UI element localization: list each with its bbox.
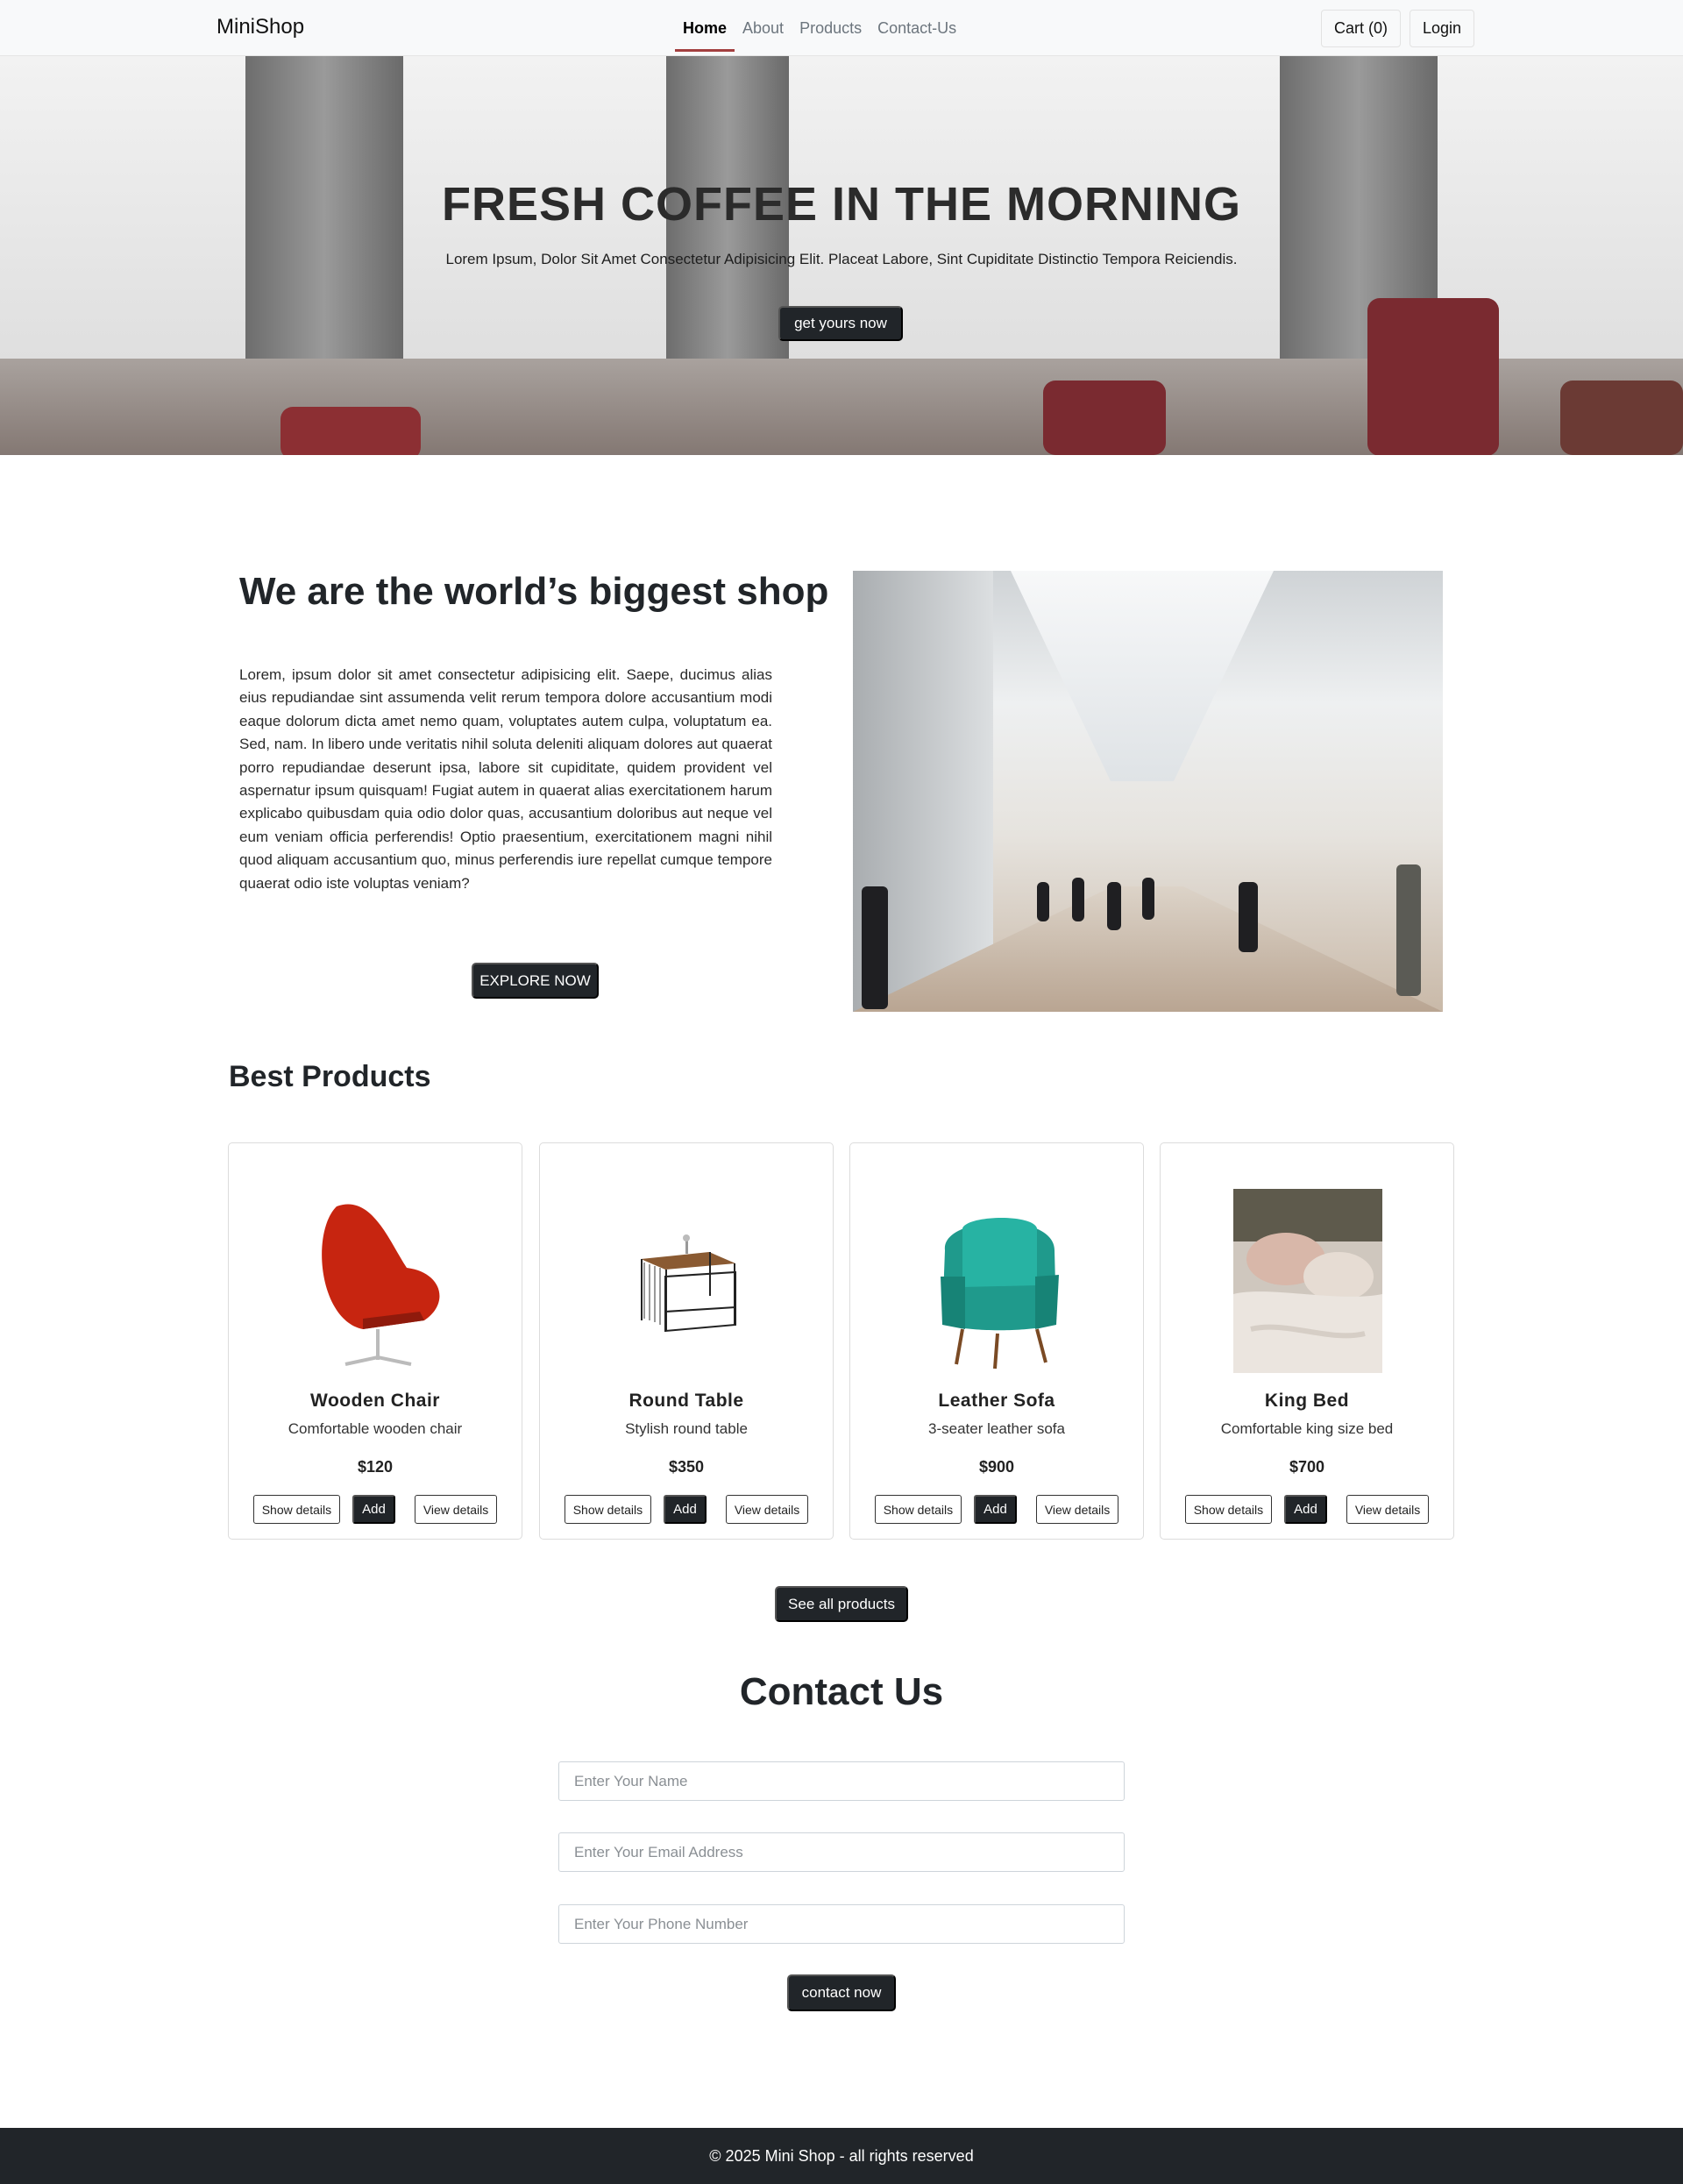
nav-link-contact[interactable]: Contact-Us	[870, 4, 964, 52]
product-actions: Show details Add View details	[540, 1495, 833, 1524]
mall-photo	[853, 571, 1443, 1012]
product-actions: Show details Add View details	[229, 1495, 522, 1524]
mall-skylight	[1011, 571, 1274, 781]
mall-person	[1037, 882, 1049, 921]
cart-button[interactable]: Cart (0)	[1321, 10, 1402, 47]
mall-person	[1396, 864, 1421, 996]
view-details-button[interactable]: View details	[725, 1495, 809, 1524]
view-details-button[interactable]: View details	[414, 1495, 498, 1524]
product-actions: Show details Add View details	[850, 1495, 1143, 1524]
explore-now-button[interactable]: EXPLORE NOW	[472, 963, 599, 999]
email-input[interactable]	[558, 1832, 1125, 1872]
product-card: Leather Sofa 3-seater leather sofa $900 …	[849, 1142, 1144, 1540]
brand-logo[interactable]: MiniShop	[217, 15, 304, 39]
about-text: Lorem, ipsum dolor sit amet consectetur …	[239, 666, 772, 892]
nav-link-home[interactable]: Home	[675, 4, 735, 52]
product-name: Leather Sofa	[938, 1391, 1055, 1411]
product-description: Stylish round table	[625, 1420, 748, 1437]
product-card: Round Table Stylish round table $350 Sho…	[539, 1142, 834, 1540]
product-description: Comfortable king size bed	[1220, 1420, 1394, 1437]
nav-links: Home About Products Contact-Us	[675, 0, 964, 56]
show-details-button[interactable]: Show details	[1184, 1495, 1273, 1524]
hero-window	[0, 56, 245, 407]
product-price: $350	[668, 1458, 705, 1476]
show-details-button[interactable]: Show details	[874, 1495, 962, 1524]
round-table-image	[641, 1234, 736, 1333]
product-card: Wooden Chair Comfortable wooden chair $1…	[228, 1142, 522, 1540]
product-name: Wooden Chair	[310, 1391, 440, 1411]
hero-armchair	[1367, 298, 1499, 455]
navbar: MiniShop Home About Products Contact-Us …	[0, 0, 1683, 56]
add-to-cart-button[interactable]: Add	[352, 1495, 395, 1524]
add-to-cart-button[interactable]: Add	[1284, 1495, 1327, 1524]
hero-armchair	[1560, 381, 1683, 455]
teal-armchair-image	[941, 1217, 1059, 1369]
product-description: Comfortable wooden chair	[288, 1420, 463, 1437]
product-description: 3-seater leather sofa	[928, 1420, 1065, 1437]
see-all-products-button[interactable]: See all products	[775, 1586, 908, 1622]
product-price: $900	[978, 1458, 1015, 1476]
view-details-button[interactable]: View details	[1346, 1495, 1430, 1524]
nav-link-about[interactable]: About	[735, 4, 792, 52]
footer-text: © 2025 Mini Shop - all rights reserved	[709, 2146, 974, 2165]
egg-chair-image	[322, 1204, 440, 1366]
hero-subtitle: Lorem Ipsum, Dolor Sit Amet Consectetur …	[445, 251, 1238, 267]
add-to-cart-button[interactable]: Add	[664, 1495, 707, 1524]
product-name: King Bed	[1264, 1391, 1350, 1411]
view-details-button[interactable]: View details	[1035, 1495, 1119, 1524]
hero-window	[789, 56, 1280, 407]
bed-image	[1233, 1189, 1382, 1373]
mall-person	[1142, 878, 1154, 920]
nav-actions: Cart (0) Login	[1321, 10, 1475, 47]
footer: © 2025 Mini Shop - all rights reserved	[0, 2128, 1683, 2184]
hero-title: FRESH COFFEE IN THE MORNING	[441, 178, 1241, 231]
contact-title: Contact Us	[739, 1670, 944, 1713]
hero-armchair	[280, 407, 421, 455]
add-to-cart-button[interactable]: Add	[974, 1495, 1017, 1524]
product-price: $700	[1289, 1458, 1325, 1476]
show-details-button[interactable]: Show details	[252, 1495, 341, 1524]
mall-person	[1072, 878, 1084, 921]
name-input[interactable]	[558, 1761, 1125, 1801]
product-card: King Bed Comfortable king size bed $700 …	[1160, 1142, 1454, 1540]
mall-person	[1239, 882, 1258, 952]
product-price: $120	[357, 1458, 394, 1476]
hero-armchair	[1043, 381, 1166, 455]
product-name: Round Table	[628, 1391, 744, 1411]
mall-person	[862, 886, 888, 1009]
hero-window	[403, 56, 666, 407]
hero-banner: FRESH COFFEE IN THE MORNING Lorem Ipsum,…	[0, 56, 1683, 455]
about-title: We are the world’s biggest shop	[239, 570, 829, 613]
best-products-title: Best Products	[229, 1060, 431, 1093]
nav-link-products[interactable]: Products	[792, 4, 870, 52]
get-yours-now-button[interactable]: get yours now	[778, 306, 903, 341]
phone-input[interactable]	[558, 1904, 1125, 1944]
contact-now-button[interactable]: contact now	[787, 1974, 896, 2011]
product-actions: Show details Add View details	[1161, 1495, 1453, 1524]
show-details-button[interactable]: Show details	[564, 1495, 652, 1524]
login-button[interactable]: Login	[1410, 10, 1475, 47]
mall-person	[1107, 882, 1121, 930]
